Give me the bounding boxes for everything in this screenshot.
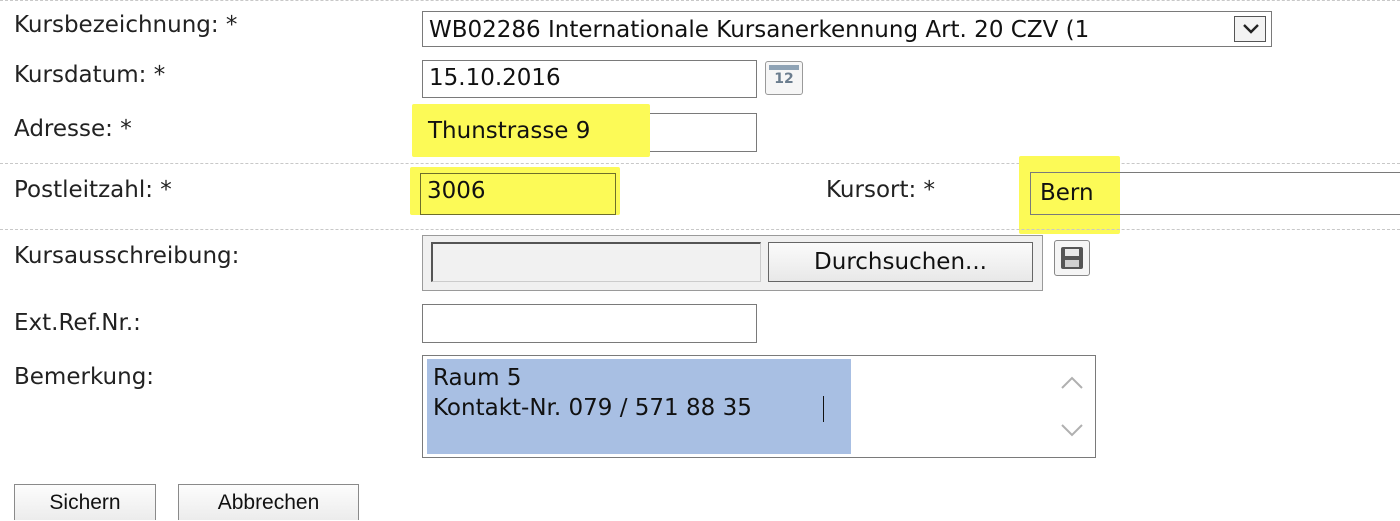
zip-label: Postleitzahl: *	[14, 177, 172, 203]
text-cursor	[823, 396, 824, 422]
remark-line-2: Kontakt-Nr. 079 / 571 88 35	[433, 395, 752, 421]
zip-input[interactable]: 3006	[420, 173, 616, 215]
chevron-down-icon[interactable]	[1234, 16, 1266, 42]
cancel-button[interactable]: Abbrechen	[178, 484, 359, 520]
address-value: Thunstrasse 9	[428, 118, 591, 144]
remark-line-1: Raum 5	[433, 365, 522, 391]
course-name-value: WB02286 Internationale Kursanerkennung A…	[429, 17, 1090, 43]
course-name-label: Kursbezeichnung: *	[14, 12, 238, 38]
announcement-file-input[interactable]: Durchsuchen...	[422, 235, 1043, 291]
row-separator	[0, 163, 1400, 164]
remark-textarea[interactable]: Raum 5 Kontakt-Nr. 079 / 571 88 35	[422, 355, 1096, 458]
chevron-down-icon[interactable]	[1059, 422, 1085, 440]
calendar-icon-number: 12	[774, 71, 794, 87]
calendar-band	[769, 65, 799, 70]
browse-button[interactable]: Durchsuchen...	[768, 242, 1033, 282]
announcement-label: Kursausschreibung:	[14, 243, 240, 269]
place-label: Kursort: *	[826, 177, 936, 203]
extref-label: Ext.Ref.Nr.:	[14, 310, 141, 336]
course-name-select[interactable]: WB02286 Internationale Kursanerkennung A…	[422, 11, 1272, 47]
extref-input[interactable]	[422, 304, 757, 343]
place-input[interactable]: Bern	[1030, 172, 1400, 215]
chevron-up-icon[interactable]	[1059, 373, 1085, 391]
address-label: Adresse: *	[14, 116, 132, 142]
file-path-field[interactable]	[431, 242, 761, 282]
floppy-disk-icon[interactable]	[1054, 240, 1090, 276]
remark-label: Bemerkung:	[14, 364, 155, 390]
row-separator	[0, 0, 1400, 1]
row-separator	[0, 229, 1400, 230]
calendar-icon[interactable]: 12	[765, 61, 803, 95]
course-date-label: Kursdatum: *	[14, 62, 166, 88]
save-button[interactable]: Sichern	[14, 484, 156, 520]
course-date-input[interactable]: 15.10.2016	[422, 60, 757, 98]
